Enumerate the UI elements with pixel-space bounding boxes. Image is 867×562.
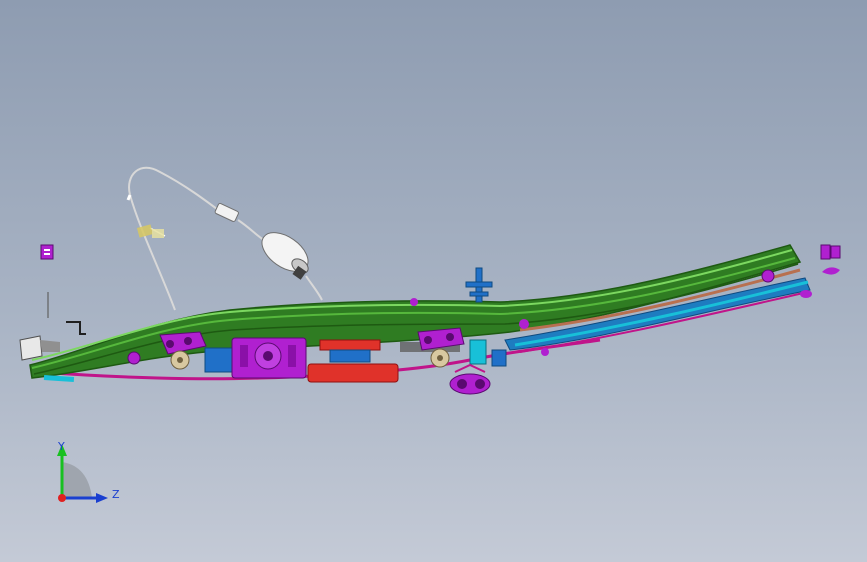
knob-under bbox=[541, 348, 549, 356]
left-cyan-strip bbox=[43, 374, 75, 383]
z-axis-label: Z bbox=[112, 488, 120, 501]
roller-front bbox=[170, 350, 190, 370]
y-axis-label: Y bbox=[57, 440, 65, 453]
roller-rear bbox=[430, 348, 450, 368]
top-mount-bracket bbox=[465, 267, 493, 303]
triad-plane-icon bbox=[62, 462, 92, 498]
z-axis-arrow-icon bbox=[96, 493, 108, 503]
knob-left bbox=[127, 351, 141, 365]
triad-origin-icon bbox=[58, 494, 66, 502]
3d-model-seat-track-assembly[interactable] bbox=[0, 0, 867, 562]
knob-right-a bbox=[519, 319, 529, 329]
lower-gear-assembly bbox=[449, 363, 491, 395]
coordinate-triad: Y Z bbox=[57, 440, 120, 503]
right-marker-icon bbox=[820, 244, 841, 275]
connector-sleeve bbox=[214, 202, 239, 222]
motor-cylinder bbox=[261, 232, 309, 280]
knob-right-b bbox=[761, 269, 775, 283]
left-marker-icon bbox=[40, 244, 54, 260]
knob-top bbox=[410, 298, 418, 306]
center-bracket bbox=[231, 337, 307, 379]
wire-harness bbox=[126, 166, 323, 311]
cad-viewport[interactable]: Y Z bbox=[0, 0, 867, 562]
left-end-cap bbox=[19, 292, 86, 361]
